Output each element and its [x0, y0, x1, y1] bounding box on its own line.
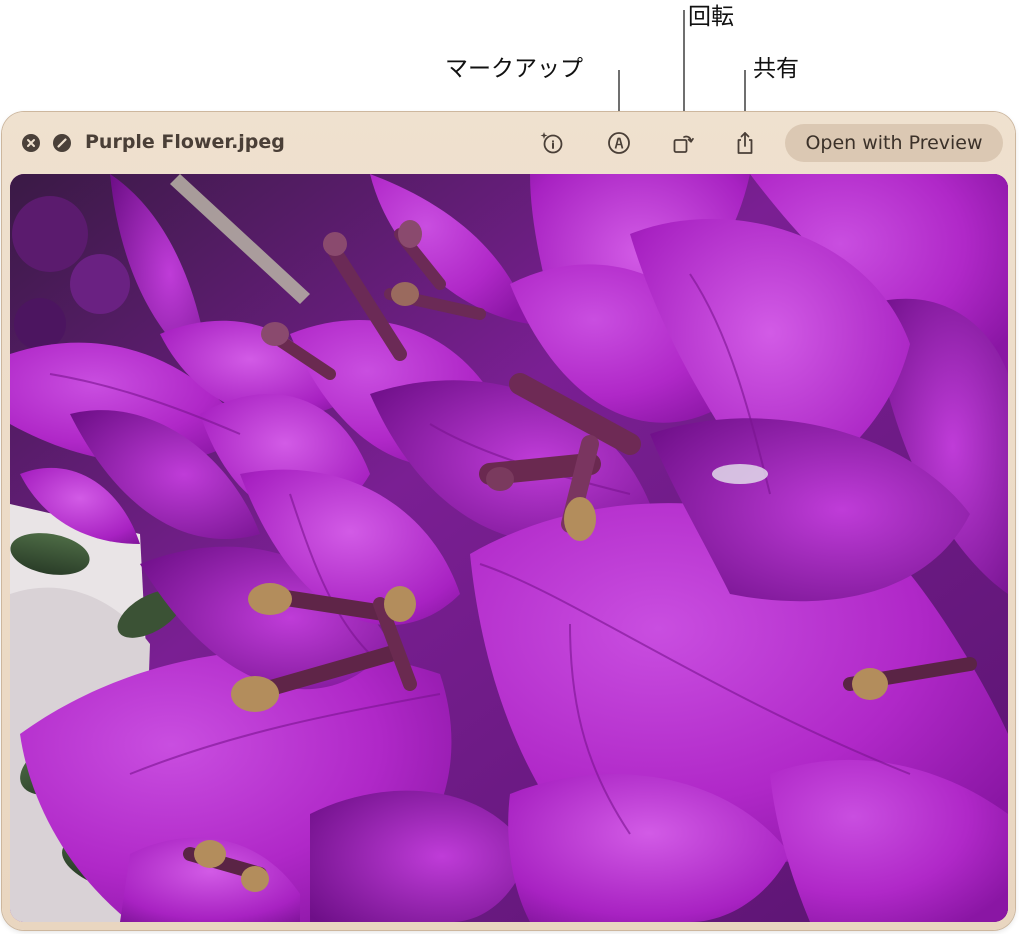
annotated-screenshot: マークアップ 回転 共有 Purple Flower.jpeg Open wit…: [0, 0, 1019, 934]
close-button[interactable]: [22, 134, 40, 152]
bougainvillea-photo: [10, 174, 1008, 922]
fullscreen-icon: [57, 138, 67, 148]
markup-button[interactable]: [605, 129, 633, 157]
title-bar: Purple Flower.jpeg Open with Preview: [2, 112, 1015, 174]
share-icon: [737, 132, 753, 154]
info-button[interactable]: [538, 129, 566, 157]
callout-markup-label: マークアップ: [445, 56, 583, 82]
window-title: Purple Flower.jpeg: [85, 131, 285, 153]
photo-preview: [10, 174, 1008, 922]
info-sparkle-icon: [540, 132, 563, 154]
rotate-icon: [673, 135, 694, 153]
fullscreen-button[interactable]: [53, 134, 71, 152]
callout-rotate-line: [683, 10, 685, 126]
callout-share-label: 共有: [753, 56, 799, 82]
close-icon: [27, 139, 35, 147]
open-with-preview-button[interactable]: Open with Preview: [785, 124, 1003, 162]
rotate-button[interactable]: [669, 129, 697, 157]
quicklook-window: Purple Flower.jpeg Open with Preview: [2, 112, 1015, 930]
share-button[interactable]: [731, 129, 759, 157]
markup-pen-icon: [608, 132, 630, 154]
callout-rotate-label: 回転: [688, 4, 734, 30]
